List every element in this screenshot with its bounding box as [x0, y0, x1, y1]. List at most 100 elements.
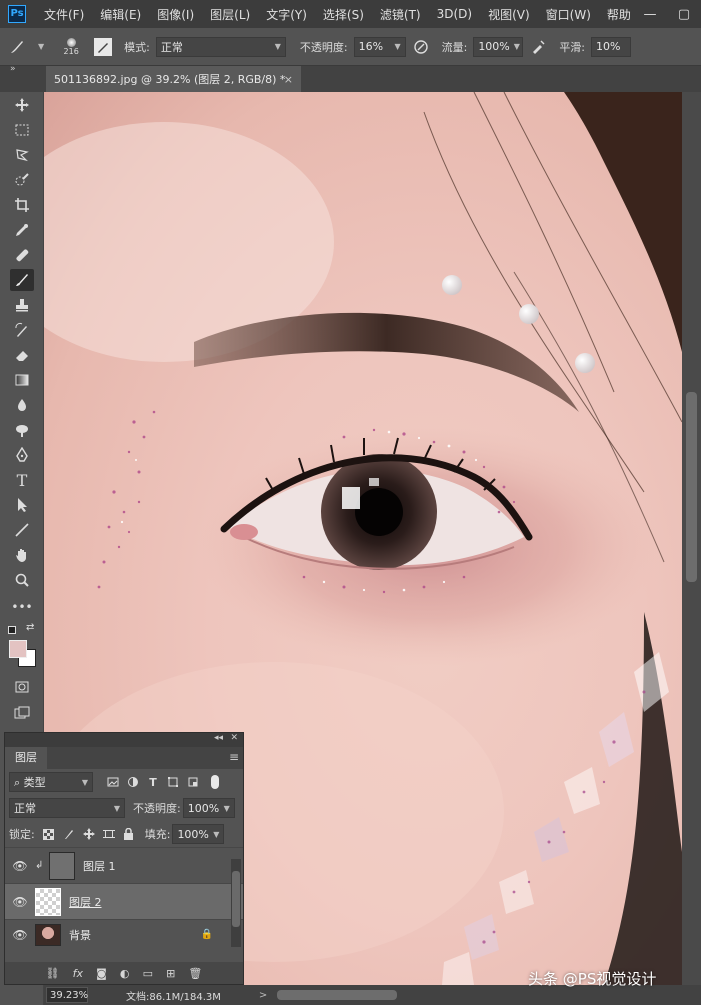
blend-mode-select[interactable]: 正常 ▼ [9, 798, 125, 818]
screen-mode-icon[interactable] [10, 702, 34, 724]
more-icon[interactable]: ••• [10, 596, 34, 618]
menu-view[interactable]: 视图(V) [480, 6, 538, 23]
horizontal-scrollbar-thumb[interactable] [277, 990, 398, 1000]
default-colors-icon[interactable] [8, 626, 16, 634]
hand-icon[interactable] [10, 544, 34, 566]
brush-icon[interactable] [10, 269, 34, 291]
menu-image[interactable]: 图像(I) [149, 6, 202, 23]
restore-button[interactable]: ▢ [667, 0, 701, 28]
brush-preset-icon[interactable] [6, 36, 28, 58]
smoothing-value: 10% [596, 40, 621, 53]
layer-row-background[interactable]: 👁 背景 🔒 [5, 919, 243, 949]
brush-settings-icon[interactable] [94, 37, 113, 56]
menu-type[interactable]: 文字(Y) [258, 6, 315, 23]
zoom-icon[interactable] [10, 569, 34, 591]
path-selection-icon[interactable] [10, 494, 34, 516]
history-brush-icon[interactable] [10, 319, 34, 341]
menu-3d[interactable]: 3D(D) [429, 7, 480, 21]
layer-row-1[interactable]: 👁 ↲ 图层 1 [5, 847, 243, 883]
brush-preset-caret[interactable]: ▼ [38, 42, 44, 51]
close-panel-icon[interactable]: ✕ [230, 733, 238, 743]
type-icon[interactable]: T [10, 469, 34, 491]
document-info[interactable]: 文档:86.1M/184.3M [126, 988, 221, 1003]
menu-filter[interactable]: 滤镜(T) [372, 6, 429, 23]
mode-select[interactable]: 正常 ▼ [155, 36, 286, 57]
marquee-icon[interactable] [10, 119, 34, 141]
filter-type-icon[interactable]: T [143, 772, 163, 792]
fx-icon[interactable]: fx [73, 967, 83, 980]
link-icon[interactable]: ⛓ [46, 967, 60, 980]
layer-thumbnail [35, 923, 61, 946]
lock-position-icon[interactable] [79, 824, 99, 844]
new-layer-icon[interactable]: ⊞ [166, 967, 175, 980]
airbrush-icon[interactable] [527, 36, 549, 58]
layer-name[interactable]: 背景 [69, 927, 91, 943]
filter-adjustment-icon[interactable] [123, 772, 143, 792]
layers-scrollbar-thumb[interactable] [232, 871, 240, 927]
menu-select[interactable]: 选择(S) [315, 6, 372, 23]
filter-shape-icon[interactable] [163, 772, 183, 792]
zoom-field[interactable]: 39.23% [46, 987, 88, 1003]
menu-window[interactable]: 窗口(W) [538, 6, 599, 23]
opacity-field[interactable]: 16% ▼ [353, 36, 406, 57]
foreground-color-swatch[interactable] [9, 640, 27, 658]
filter-kind-select[interactable]: ⌕ 类型 ▼ [9, 772, 93, 792]
eyedropper-icon[interactable] [10, 219, 34, 241]
layers-scrollbar[interactable] [231, 859, 241, 947]
eye-icon[interactable]: 👁 [5, 895, 35, 909]
filter-toggle[interactable] [211, 775, 219, 789]
minimize-button[interactable]: — [633, 0, 667, 28]
lock-label: 锁定: [9, 828, 35, 841]
swap-colors-icon[interactable]: ⇄ [26, 622, 34, 633]
document-tab[interactable]: 501136892.jpg @ 39.2% (图层 2, RGB/8) * × [46, 66, 301, 92]
smoothing-field[interactable]: 10% [591, 36, 632, 57]
lock-transparency-icon[interactable] [39, 824, 59, 844]
panel-collapse-icon[interactable]: » [10, 64, 16, 74]
flow-field[interactable]: 100% ▼ [473, 36, 524, 57]
tab-layers[interactable]: 图层 [5, 747, 47, 769]
dodge-icon[interactable] [10, 419, 34, 441]
search-icon: ⌕ [14, 776, 21, 789]
status-menu-arrow[interactable]: > [259, 990, 267, 1001]
move-icon[interactable] [10, 94, 34, 116]
delete-icon[interactable]: 🗑 [188, 967, 202, 980]
lasso-icon[interactable] [10, 144, 34, 166]
filter-pixel-icon[interactable] [103, 772, 123, 792]
menu-layer[interactable]: 图层(L) [202, 6, 258, 23]
crop-icon[interactable] [10, 194, 34, 216]
collapse-panel-icon[interactable]: ◂◂ [214, 733, 223, 743]
mode-label: 模式: [124, 40, 150, 54]
pressure-opacity-icon[interactable] [410, 36, 432, 58]
group-icon[interactable]: ▭ [143, 967, 153, 980]
close-tab-icon[interactable]: × [284, 73, 293, 86]
gradient-icon[interactable] [10, 369, 34, 391]
adjustment-icon[interactable]: ◐ [120, 967, 130, 980]
quick-selection-icon[interactable] [10, 169, 34, 191]
layer-name[interactable]: 图层 2 [69, 894, 102, 910]
scrollbar-thumb[interactable] [686, 392, 697, 582]
healing-icon[interactable] [10, 244, 34, 266]
pen-icon[interactable] [10, 444, 34, 466]
quick-mask-icon[interactable] [10, 676, 34, 698]
lock-pixels-icon[interactable] [59, 824, 79, 844]
menu-file[interactable]: 文件(F) [36, 6, 92, 23]
filter-smart-object-icon[interactable] [183, 772, 203, 792]
vertical-scrollbar[interactable] [682, 92, 701, 985]
lock-all-icon[interactable] [119, 824, 139, 844]
stamp-icon[interactable] [10, 294, 34, 316]
layer-row-2[interactable]: 👁 图层 2 [5, 883, 243, 919]
eraser-icon[interactable] [10, 344, 34, 366]
panel-menu-icon[interactable]: ≡ [229, 750, 239, 764]
blur-icon[interactable] [10, 394, 34, 416]
fill-field[interactable]: 100% ▼ [172, 824, 225, 844]
line-icon[interactable] [10, 519, 34, 541]
eye-icon[interactable]: 👁 [5, 859, 35, 873]
menu-edit[interactable]: 编辑(E) [92, 6, 149, 23]
layer-opacity-field[interactable]: 100% ▼ [182, 798, 235, 818]
layer-name[interactable]: 图层 1 [83, 858, 116, 874]
chevron-down-icon: ▼ [513, 42, 520, 51]
eye-icon[interactable]: 👁 [5, 928, 35, 942]
brush-size-picker[interactable]: 216 [54, 32, 88, 62]
lock-artboard-icon[interactable] [99, 824, 119, 844]
mask-icon[interactable]: ◙ [96, 967, 107, 980]
